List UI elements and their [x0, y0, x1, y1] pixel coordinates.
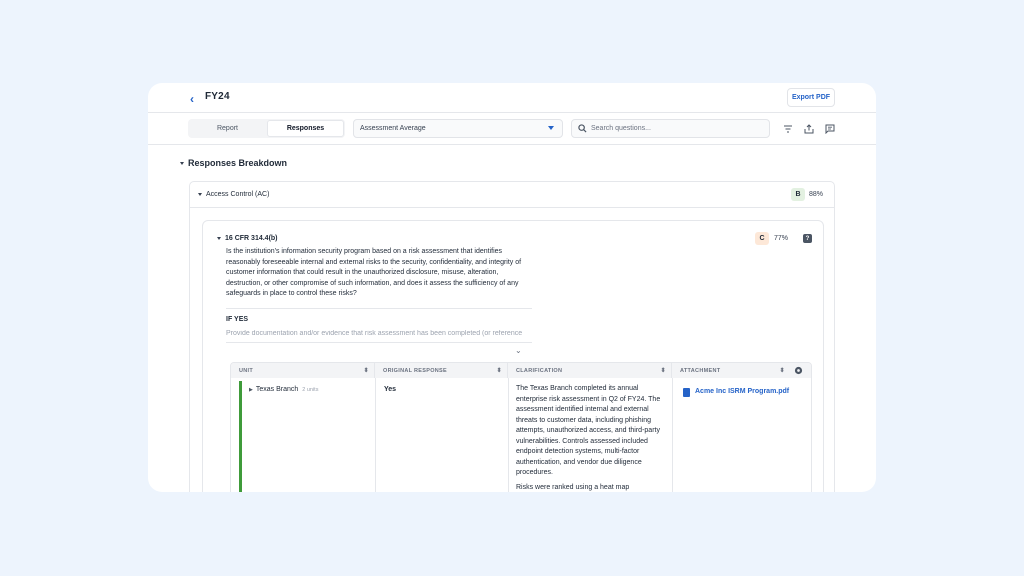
- category-grade-badge: B: [791, 188, 805, 201]
- view-toggle: Report Responses: [188, 119, 345, 138]
- unit-name: Texas Branch: [255, 386, 299, 393]
- column-label: ORIGINAL RESPONSE: [383, 367, 447, 374]
- sort-icon: ⬍: [496, 368, 502, 374]
- column-divider: [672, 378, 673, 492]
- question-grade-badge: C: [755, 232, 769, 245]
- report-card: ‹ FY24 Export PDF Report Responses Asses…: [148, 83, 876, 492]
- search-input[interactable]: Search questions...: [571, 119, 770, 138]
- question-text: Is the institution's information securit…: [226, 248, 522, 298]
- if-yes-label: IF YES: [226, 316, 249, 323]
- sort-icon: ⬍: [660, 368, 666, 374]
- divider: [226, 308, 532, 309]
- category-panel: Access Control (AC) B 88% 16 CFR 314.4(b…: [189, 181, 835, 492]
- comment-icon[interactable]: [825, 124, 835, 134]
- gear-icon[interactable]: [794, 366, 803, 375]
- assessment-select-value: Assessment Average: [360, 125, 426, 132]
- export-pdf-button[interactable]: Export PDF: [787, 88, 835, 107]
- share-icon[interactable]: [804, 124, 814, 134]
- collapse-caret-icon: [217, 236, 221, 240]
- column-header-original-response[interactable]: ORIGINAL RESPONSE ⬍: [375, 363, 508, 378]
- divider: [226, 342, 532, 343]
- section-title: Responses Breakdown: [188, 158, 288, 168]
- original-response-cell: Yes: [384, 386, 397, 393]
- column-header-clarification[interactable]: CLARIFICATION ⬍: [508, 363, 672, 378]
- sort-icon: ⬍: [779, 368, 785, 374]
- help-icon[interactable]: ?: [803, 234, 812, 243]
- question-code: 16 CFR 314.4(b): [225, 235, 278, 242]
- collapse-caret-icon: [198, 192, 202, 196]
- top-bar: ‹ FY24 Export PDF: [148, 83, 876, 113]
- unit-count: 2 units: [302, 387, 319, 393]
- file-icon: [683, 388, 690, 397]
- search-icon: [578, 124, 587, 133]
- assessment-select[interactable]: Assessment Average: [353, 119, 563, 138]
- collapse-caret-icon: [180, 162, 184, 166]
- if-yes-text: Provide documentation and/or evidence th…: [226, 330, 523, 337]
- column-header-unit[interactable]: UNIT ⬍: [231, 363, 375, 378]
- column-label: UNIT: [239, 367, 254, 374]
- column-label: CLARIFICATION: [516, 367, 563, 374]
- filter-icon[interactable]: [783, 124, 793, 134]
- question-code-wrap[interactable]: 16 CFR 314.4(b): [217, 235, 278, 242]
- column-divider: [508, 378, 509, 492]
- attachment-link[interactable]: Acme Inc ISRM Program.pdf: [695, 387, 789, 398]
- column-header-attachment[interactable]: ATTACHMENT ⬍: [672, 363, 811, 378]
- unit-cell[interactable]: ▶ Texas Branch 2 units: [249, 385, 318, 396]
- category-header[interactable]: Access Control (AC) B 88%: [190, 182, 834, 208]
- clarification-paragraph: Risks were ranked using a heat map: [516, 483, 630, 491]
- back-chevron-icon[interactable]: ‹: [190, 92, 194, 106]
- status-indicator-bar: [239, 381, 242, 492]
- responses-table: UNIT ⬍ ORIGINAL RESPONSE ⬍ CLARIFICATION ⬍ …: [230, 362, 812, 492]
- question-card: 16 CFR 314.4(b) C 77% ? Is the instituti…: [202, 220, 824, 492]
- toolbar: Report Responses Assessment Average Sear…: [148, 113, 876, 145]
- category-title-wrap: Access Control (AC): [198, 191, 269, 198]
- tab-responses[interactable]: Responses: [267, 120, 344, 137]
- search-placeholder: Search questions...: [591, 125, 651, 132]
- clarification-cell: The Texas Branch completed its annual en…: [516, 384, 666, 492]
- category-title: Access Control (AC): [206, 191, 270, 198]
- column-label: ATTACHMENT: [680, 367, 721, 374]
- page-title: FY24: [205, 91, 230, 102]
- tab-report[interactable]: Report: [189, 120, 266, 137]
- category-percent: 88%: [809, 191, 824, 198]
- clarification-paragraph: The Texas Branch completed its annual en…: [516, 385, 661, 476]
- sort-icon: ⬍: [363, 368, 369, 374]
- dropdown-caret-icon: [548, 126, 554, 130]
- expand-caret-icon: ▶: [249, 387, 253, 393]
- section-header[interactable]: Responses Breakdown: [180, 158, 287, 168]
- column-divider: [375, 378, 376, 492]
- expand-chevron-icon[interactable]: ⌄: [515, 346, 522, 355]
- question-percent: 77%: [774, 235, 789, 242]
